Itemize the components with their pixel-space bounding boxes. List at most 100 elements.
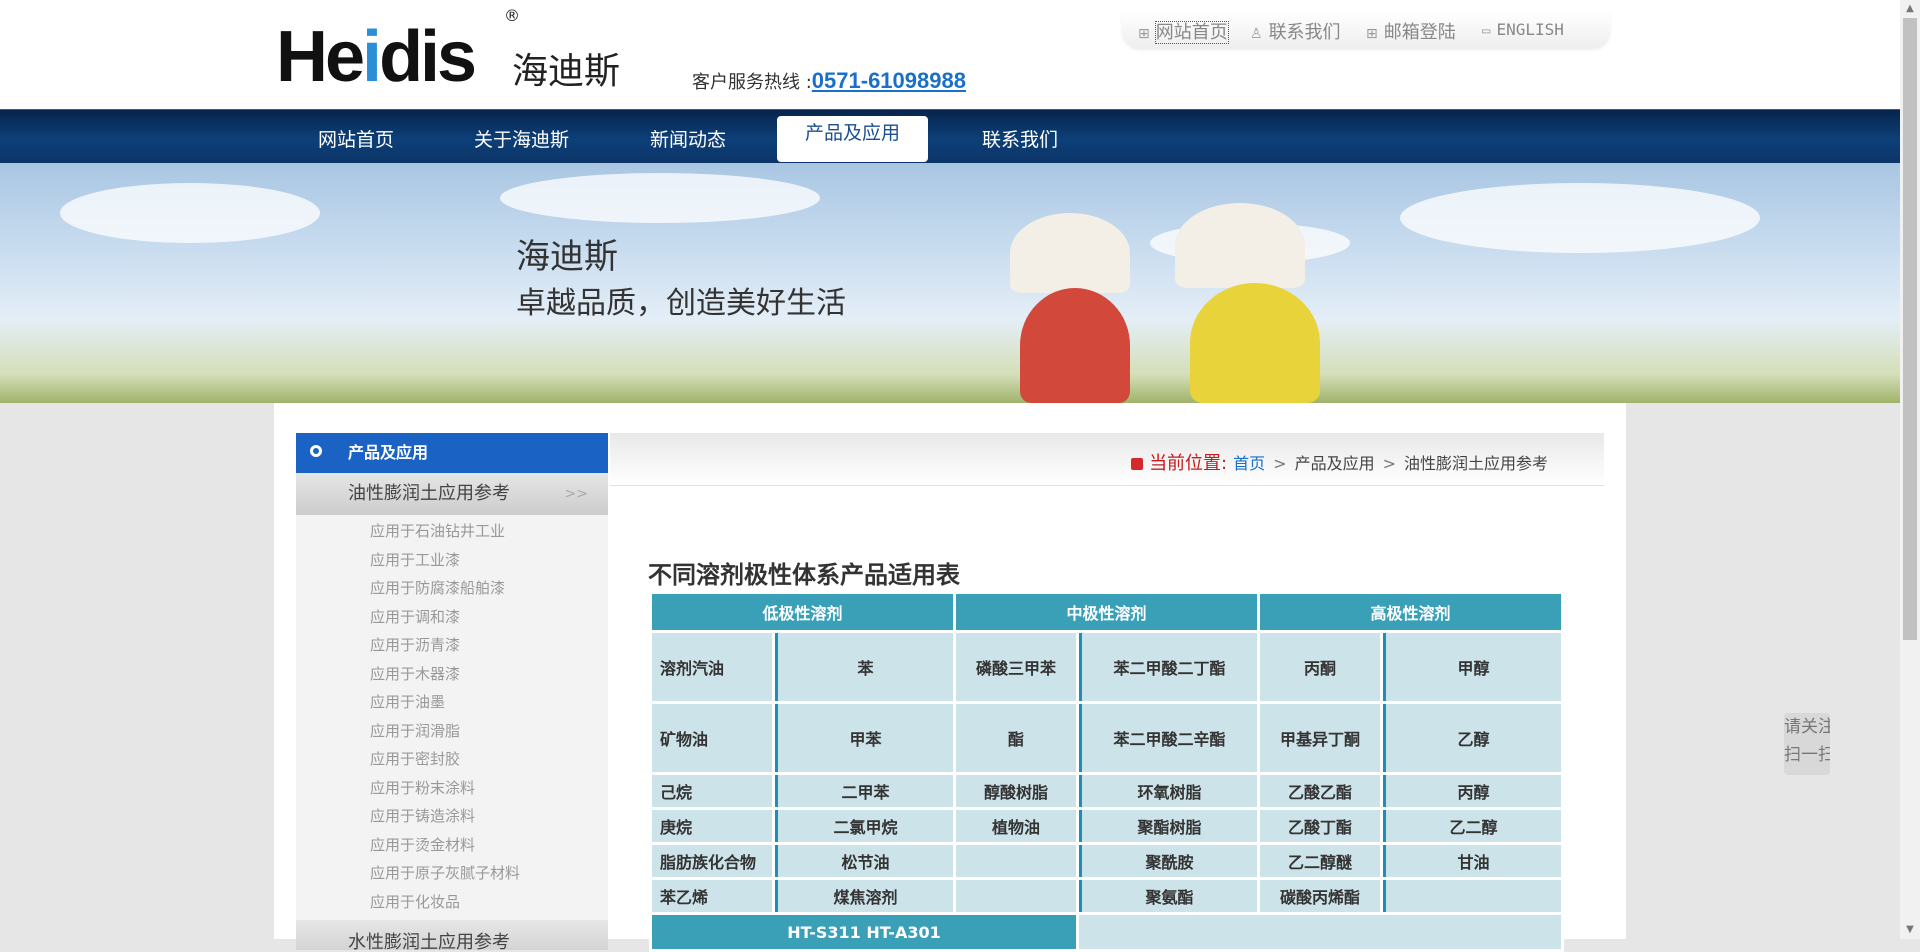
content-area: 产品及应用 油性膨润土应用参考 >> 应用于石油钻井工业 应用于工业漆 应用于防… — [274, 403, 1626, 952]
sidebar-item[interactable]: 应用于原子灰腻子材料 — [296, 859, 608, 888]
table-title: 不同溶剂极性体系产品适用表 — [648, 561, 960, 589]
toplink-mail-login[interactable]: ⊞ 邮箱登陆 — [1366, 18, 1456, 44]
nav-about[interactable]: 关于海迪斯 — [474, 125, 569, 152]
float-scan-label: 扫一扫 — [1784, 745, 1830, 765]
table-cell: 丙酮 — [1260, 633, 1380, 701]
table-row: 苯乙烯 煤焦溶剂 聚氨酯 碳酸丙烯酯 — [652, 880, 1561, 912]
table-cell: 醇酸树脂 — [956, 775, 1076, 807]
float-follow-widget[interactable]: 请关注 扫一扫 — [1784, 713, 1830, 775]
cloud-shape — [60, 183, 320, 243]
chevron-right-icon: > — [1382, 454, 1396, 473]
table-row: 溶剂汽油 苯 磷酸三甲苯 苯二甲酸二丁酯 丙酮 甲醇 — [652, 633, 1561, 701]
toplink-home[interactable]: ⊞ 网站首页 — [1138, 18, 1229, 44]
sidebar-category-water[interactable]: 水性膨润土应用参考 — [296, 920, 608, 950]
bullet-icon — [310, 445, 322, 457]
table-cell: 酯 — [956, 704, 1076, 772]
breadcrumb-bar: 当前位置: 首页 > 产品及应用 > 油性膨润土应用参考 — [610, 433, 1604, 486]
logo-wordmark: Heidis — [276, 17, 477, 97]
nav-contact[interactable]: 联系我们 — [982, 125, 1058, 152]
table-cell: 磷酸三甲苯 — [956, 633, 1076, 701]
sun-hat-left — [1010, 213, 1130, 293]
table-cell — [1383, 880, 1561, 912]
table-cell: 甘油 — [1383, 845, 1561, 877]
table-cell: 乙二醇 — [1383, 810, 1561, 842]
sidebar-item[interactable]: 应用于粉末涂料 — [296, 774, 608, 803]
main-nav: 网站首页 关于海迪斯 新闻动态 产品及应用 联系我们 — [0, 109, 1900, 163]
contact-icon: ♙ — [1250, 26, 1263, 42]
table-cell: 乙二醇醚 — [1260, 845, 1380, 877]
toplink-english[interactable]: ▭ ENGLISH — [1482, 20, 1564, 39]
table-row: 脂肪族化合物 松节油 聚酰胺 乙二醇醚 甘油 — [652, 845, 1561, 877]
banner-title: 海迪斯 — [516, 237, 618, 277]
sidebar-item[interactable]: 应用于工业漆 — [296, 546, 608, 575]
table-cell: 甲醇 — [1383, 633, 1561, 701]
chat-icon: ▭ — [1482, 23, 1491, 39]
float-follow-label: 请关注 — [1784, 717, 1830, 737]
breadcrumb: 当前位置: 首页 > 产品及应用 > 油性膨润土应用参考 — [1131, 449, 1548, 475]
sidebar-item[interactable]: 应用于润滑脂 — [296, 717, 608, 746]
sidebar-item[interactable]: 应用于调和漆 — [296, 603, 608, 632]
table-cell: 甲苯 — [775, 704, 953, 772]
header-high-polarity: 高极性溶剂 — [1260, 594, 1561, 630]
table-cell: 甲基异丁酮 — [1260, 704, 1380, 772]
hotline-label: 客户服务热线 : — [692, 72, 812, 93]
vertical-scrollbar[interactable]: ▲ ▼ — [1900, 0, 1920, 939]
sidebar-item[interactable]: 应用于密封胶 — [296, 745, 608, 774]
table-cell: 丙醇 — [1383, 775, 1561, 807]
scroll-thumb[interactable] — [1903, 18, 1917, 640]
breadcrumb-home[interactable]: 首页 — [1233, 454, 1265, 473]
logo-cn-name: 海迪斯 — [512, 51, 621, 92]
toplink-contact[interactable]: ♙ 联系我们 — [1250, 18, 1341, 44]
breadcrumb-products[interactable]: 产品及应用 — [1295, 454, 1375, 473]
mail-icon: ⊞ — [1366, 26, 1378, 42]
cloud-shape — [1400, 183, 1760, 253]
hotline-number[interactable]: 0571-61098988 — [812, 68, 966, 93]
sidebar-item[interactable]: 应用于石油钻井工业 — [296, 517, 608, 546]
table-cell: 煤焦溶剂 — [775, 880, 953, 912]
sidebar-item[interactable]: 应用于烫金材料 — [296, 831, 608, 860]
table-cell: 乙酸乙酯 — [1260, 775, 1380, 807]
sidebar-item[interactable]: 应用于铸造涂料 — [296, 802, 608, 831]
registered-mark: ® — [504, 6, 520, 25]
sidebar-category-oil[interactable]: 油性膨润土应用参考 >> — [296, 473, 608, 515]
sidebar-item[interactable]: 应用于沥青漆 — [296, 631, 608, 660]
sidebar-item[interactable]: 应用于防腐漆船舶漆 — [296, 574, 608, 603]
sidebar-item[interactable]: 应用于木器漆 — [296, 660, 608, 689]
table-cell: 苯 — [775, 633, 953, 701]
table-cell: 苯乙烯 — [652, 880, 772, 912]
table-cell: 碳酸丙烯酯 — [1260, 880, 1380, 912]
banner-subtitle: 卓越品质，创造美好生活 — [516, 286, 846, 321]
nav-products[interactable]: 产品及应用 — [777, 116, 929, 162]
table-cell: 二氯甲烷 — [775, 810, 953, 842]
table-cell: 脂肪族化合物 — [652, 845, 772, 877]
site-header: Heidis ® 海迪斯 客户服务热线 :0571-61098988 ⊞ 网站首页… — [0, 0, 1900, 109]
table-row: 己烷 二甲苯 醇酸树脂 环氧树脂 乙酸乙酯 丙醇 — [652, 775, 1561, 807]
table-cell: 苯二甲酸二丁酯 — [1079, 633, 1257, 701]
table-cell — [956, 845, 1076, 877]
header-low-polarity: 低极性溶剂 — [652, 594, 953, 630]
scroll-down-arrow-icon[interactable]: ▼ — [1900, 921, 1920, 939]
table-cell: 乙醇 — [1383, 704, 1561, 772]
table-cell — [956, 880, 1076, 912]
table-cell: 环氧树脂 — [1079, 775, 1257, 807]
chevron-right-icon: > — [1273, 454, 1287, 473]
hero-banner: 海迪斯 卓越品质，创造美好生活 — [0, 163, 1900, 403]
sidebar-item[interactable]: 应用于油墨 — [296, 688, 608, 717]
cloud-shape — [500, 173, 820, 223]
table-cell: 庚烷 — [652, 810, 772, 842]
table-cell: 溶剂汽油 — [652, 633, 772, 701]
home-icon: ⊞ — [1138, 26, 1150, 42]
table-cell: 己烷 — [652, 775, 772, 807]
table-cell — [1079, 915, 1561, 949]
table-cell: 苯二甲酸二辛酯 — [1079, 704, 1257, 772]
sidebar-item[interactable]: 应用于化妆品 — [296, 888, 608, 917]
top-links-bar: ⊞ 网站首页 ♙ 联系我们 ⊞ 邮箱登陆 ▭ ENGLISH — [1122, 12, 1610, 48]
scroll-up-arrow-icon[interactable]: ▲ — [1900, 0, 1920, 18]
girl-red-shirt — [1020, 288, 1130, 403]
site-logo[interactable]: Heidis ® 海迪斯 — [276, 6, 620, 93]
table-row: 庚烷 二氯甲烷 植物油 聚酯树脂 乙酸丁酯 乙二醇 — [652, 810, 1561, 842]
nav-home[interactable]: 网站首页 — [318, 125, 394, 152]
service-hotline: 客户服务热线 :0571-61098988 — [692, 68, 966, 94]
table-cell: 乙酸丁酯 — [1260, 810, 1380, 842]
nav-news[interactable]: 新闻动态 — [650, 125, 726, 152]
